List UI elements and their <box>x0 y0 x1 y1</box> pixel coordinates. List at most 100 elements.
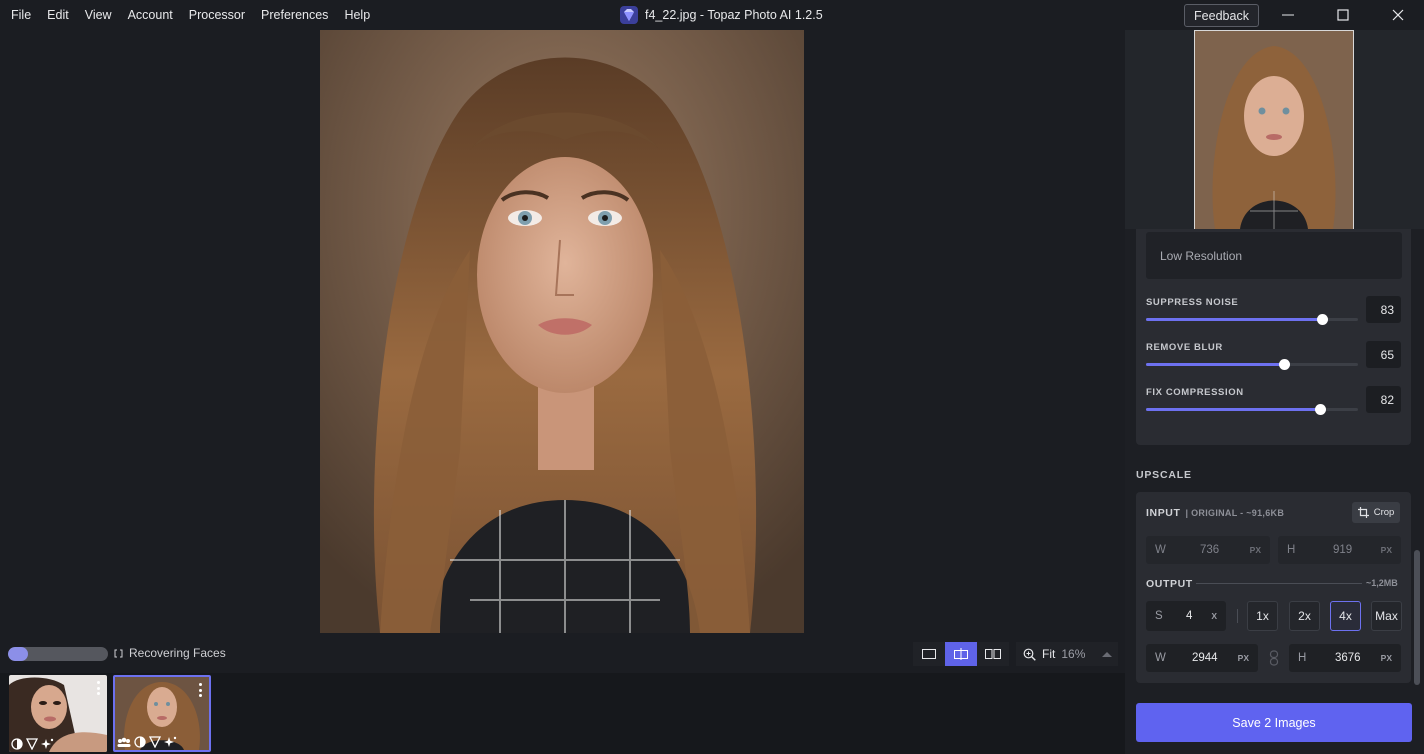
slider-fill <box>1146 408 1320 411</box>
output-divider <box>1196 583 1362 584</box>
slider-fill <box>1146 363 1284 366</box>
scale-4x-button[interactable]: 4x <box>1330 601 1361 631</box>
scale-1x-button[interactable]: 1x <box>1247 601 1278 631</box>
menu-file[interactable]: File <box>0 0 39 30</box>
split-view-icon <box>954 648 968 660</box>
zoom-in-icon <box>1023 648 1036 661</box>
menu-account[interactable]: Account <box>120 0 181 30</box>
output-height-field[interactable]: H 3676 PX <box>1289 644 1401 672</box>
processing-progress-bar <box>8 647 108 661</box>
remove-blur-slider[interactable] <box>1146 359 1358 370</box>
suppress-noise-slider[interactable] <box>1146 314 1358 325</box>
scale-factor-unit: X <box>1211 611 1217 621</box>
slider-knob[interactable] <box>1278 359 1290 370</box>
close-button[interactable] <box>1375 0 1421 30</box>
image-canvas[interactable] <box>0 30 1125 639</box>
input-width-field: W 736 PX <box>1146 536 1270 564</box>
progress-status: Recovering Faces <box>114 646 226 660</box>
output-height-value: 3676 <box>1335 652 1361 664</box>
input-width-value: 736 <box>1200 544 1220 556</box>
crop-label: Crop <box>1373 507 1395 518</box>
filmstrip-thumbnail-selected[interactable] <box>113 675 211 752</box>
output-width-value: 2944 <box>1192 652 1218 664</box>
progress-status-text: Recovering Faces <box>129 646 226 660</box>
remove-blur-label: REMOVE BLUR <box>1146 342 1223 353</box>
minimize-icon <box>1282 14 1294 16</box>
sharpen-icon <box>26 738 38 750</box>
chevron-up-icon[interactable] <box>1102 651 1113 657</box>
input-height-unit: PX <box>1380 545 1392 555</box>
upscale-section-title: UPSCALE <box>1136 469 1192 481</box>
minimize-button[interactable] <box>1265 0 1311 30</box>
model-selector[interactable]: Low Resolution <box>1146 232 1402 279</box>
input-file-info: | ORIGINAL - ~91,6KB <box>1185 508 1285 518</box>
split-view-button[interactable] <box>945 642 977 666</box>
single-view-button[interactable] <box>913 642 945 666</box>
navigator-image <box>1195 31 1353 229</box>
sharpen-icon <box>149 736 161 748</box>
scale-2x-button[interactable]: 2x <box>1289 601 1320 631</box>
input-height-value: 919 <box>1333 544 1353 556</box>
single-view-icon <box>922 649 936 659</box>
panel-scrollbar-thumb[interactable] <box>1414 550 1420 685</box>
window-title-text: f4_22.jpg - Topaz Photo AI 1.2.5 <box>645 8 823 22</box>
input-width-unit: PX <box>1249 545 1261 555</box>
scale-factor-key: S <box>1155 610 1163 622</box>
thumbnail-menu-icon[interactable] <box>199 683 203 697</box>
topaz-logo-icon <box>620 6 638 24</box>
scale-divider <box>1237 609 1238 623</box>
menu-view[interactable]: View <box>77 0 120 30</box>
output-width-key: W <box>1155 652 1166 664</box>
zoom-control[interactable]: Fit 16% <box>1016 642 1118 666</box>
menu-edit[interactable]: Edit <box>39 0 77 30</box>
denoise-icon <box>134 736 146 748</box>
window-title: f4_22.jpg - Topaz Photo AI 1.2.5 <box>620 0 823 30</box>
thumbnail-badges <box>117 736 177 748</box>
output-height-unit: PX <box>1380 653 1392 663</box>
menu-help[interactable]: Help <box>336 0 378 30</box>
suppress-noise-value[interactable]: 83 <box>1366 296 1401 323</box>
spinner-icon <box>114 649 123 657</box>
crop-button[interactable]: Crop <box>1352 502 1400 523</box>
slider-knob[interactable] <box>1314 404 1326 415</box>
face-recovery-icon <box>117 737 131 747</box>
zoom-label: Fit <box>1042 647 1056 661</box>
input-label: INPUT <box>1146 507 1181 519</box>
scale-factor-field[interactable]: S 4 X <box>1146 601 1226 631</box>
filmstrip-thumbnail[interactable] <box>9 675 107 752</box>
output-file-size: ~1,2MB <box>1366 578 1398 588</box>
sparkle-icon <box>164 736 177 747</box>
feedback-button[interactable]: Feedback <box>1184 4 1259 27</box>
input-width-key: W <box>1155 544 1166 556</box>
progress-fill <box>8 647 28 661</box>
suppress-noise-label: SUPPRESS NOISE <box>1146 297 1239 308</box>
slider-knob[interactable] <box>1316 314 1328 325</box>
fix-compression-value[interactable]: 82 <box>1366 386 1401 413</box>
save-images-button[interactable]: Save 2 Images <box>1136 703 1412 742</box>
maximize-icon <box>1337 9 1349 21</box>
side-by-side-view-icon <box>985 649 1001 659</box>
input-height-key: H <box>1287 544 1296 556</box>
scale-max-button[interactable]: Max <box>1371 601 1402 631</box>
side-by-side-view-button[interactable] <box>977 642 1009 666</box>
output-width-field[interactable]: W 2944 PX <box>1146 644 1258 672</box>
input-heading: INPUT | ORIGINAL - ~91,6KB <box>1146 507 1284 519</box>
link-aspect-ratio-icon[interactable] <box>1269 650 1279 666</box>
maximize-button[interactable] <box>1320 0 1366 30</box>
slider-fill <box>1146 318 1322 321</box>
menu-bar: File Edit View Account Processor Prefere… <box>0 0 378 30</box>
photo-preview[interactable] <box>320 30 804 633</box>
navigator-thumbnail[interactable] <box>1194 30 1354 230</box>
output-width-unit: PX <box>1237 653 1249 663</box>
output-label: OUTPUT <box>1146 578 1193 590</box>
menu-processor[interactable]: Processor <box>181 0 253 30</box>
filmstrip <box>0 673 1125 754</box>
remove-blur-value[interactable]: 65 <box>1366 341 1401 368</box>
zoom-value: 16% <box>1061 647 1086 661</box>
sparkle-icon <box>41 738 54 749</box>
menu-preferences[interactable]: Preferences <box>253 0 336 30</box>
output-height-key: H <box>1298 652 1307 664</box>
thumbnail-menu-icon[interactable] <box>97 681 101 695</box>
fix-compression-slider[interactable] <box>1146 404 1358 415</box>
portrait-image <box>320 30 804 633</box>
